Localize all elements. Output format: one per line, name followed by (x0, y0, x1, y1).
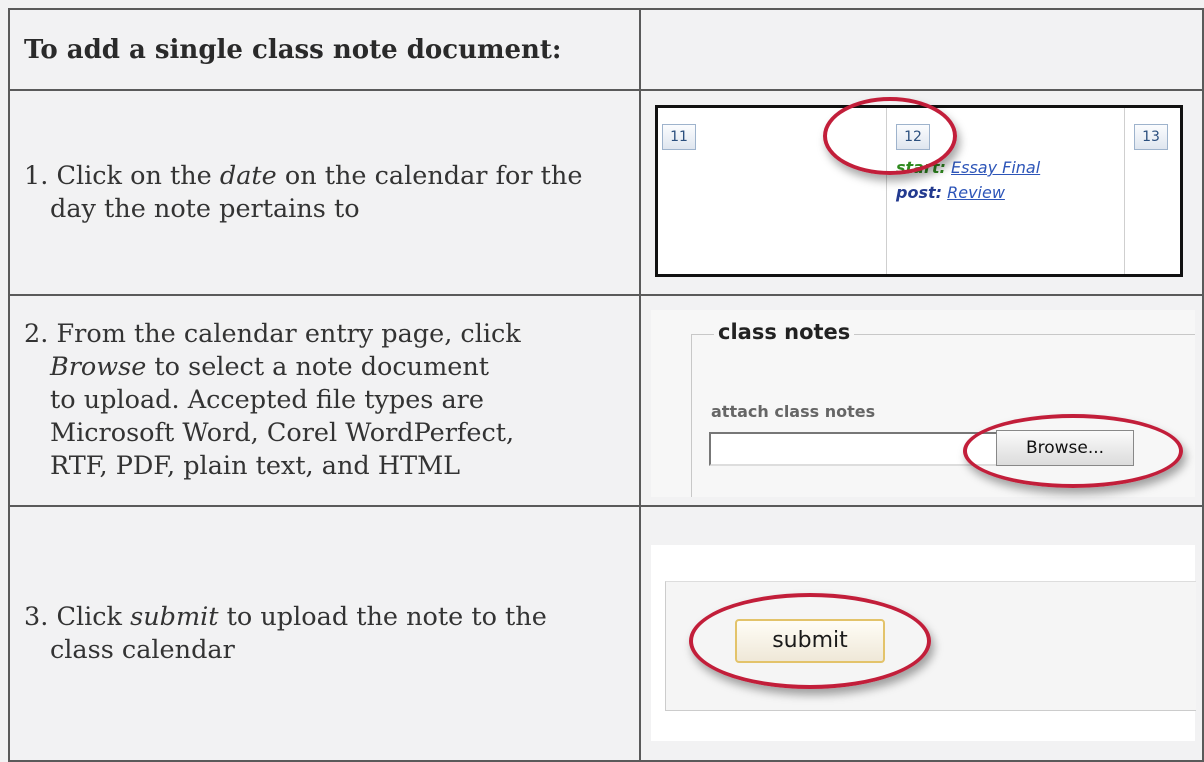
step-row-1: 1. Click on the date on the calendar for… (8, 89, 1204, 296)
step-2-line-1: 2. From the calendar entry page, click (24, 319, 521, 349)
step-text-cell-1: 1. Click on the date on the calendar for… (8, 89, 641, 296)
class-notes-screenshot: class notes attach class notes Browse... (651, 310, 1195, 497)
calendar-entry-post: post: Review (896, 183, 1005, 202)
submit-screenshot: submit (651, 545, 1196, 741)
page-heading: To add a single class note document: (24, 34, 562, 65)
step-text-3: 3. Click submit to upload the note to th… (10, 601, 639, 667)
calendar-day-13[interactable]: 13 (1134, 124, 1168, 150)
calendar-screenshot-cell: 11 12 13 start: Essay Final post: Review (639, 89, 1204, 296)
step-text-cell-3: 3. Click submit to upload the note to th… (8, 505, 641, 762)
heading-empty-cell (639, 8, 1204, 91)
step-text-cell-2: 2. From the calendar entry page, click B… (8, 294, 641, 507)
browse-button[interactable]: Browse... (996, 430, 1134, 466)
step-2-line-3: to upload. Accepted file types are (50, 385, 484, 415)
attach-class-notes-label: attach class notes (711, 402, 876, 421)
step-1-line-1: 1. Click on the date on the calendar for… (24, 160, 583, 191)
file-path-input[interactable] (709, 432, 1001, 466)
submit-button[interactable]: submit (735, 619, 885, 663)
class-notes-screenshot-cell: class notes attach class notes Browse... (639, 294, 1204, 507)
step-2-line-2: Browse to select a note document (50, 352, 490, 382)
step-2-line-5: RTF, PDF, plain text, and HTML (50, 451, 461, 481)
entry-tag-post: post: (896, 183, 943, 202)
step-3-line-2: class calendar (50, 634, 235, 665)
instruction-table: To add a single class note document: 1. … (8, 8, 1204, 762)
calendar-entry-start: start: Essay Final (896, 158, 1040, 177)
step-2-line-4: Microsoft Word, Corel WordPerfect, (50, 418, 515, 448)
header-row: To add a single class note document: (8, 8, 1204, 91)
calendar-divider (1124, 108, 1125, 274)
step-text-2: 2. From the calendar entry page, click B… (10, 318, 639, 483)
step-row-3: 3. Click submit to upload the note to th… (8, 505, 1204, 762)
submit-screenshot-cell: submit (639, 505, 1204, 762)
fieldset-border (691, 334, 692, 497)
calendar-day-12[interactable]: 12 (896, 124, 930, 150)
heading-cell: To add a single class note document: (8, 8, 641, 91)
step-text-1: 1. Click on the date on the calendar for… (10, 160, 639, 226)
entry-tag-start: start: (896, 158, 946, 177)
step-3-line-1: 3. Click submit to upload the note to th… (24, 601, 547, 632)
review-link[interactable]: Review (947, 183, 1005, 202)
step-1-line-2: day the note pertains to (50, 193, 360, 224)
calendar-day-11[interactable]: 11 (662, 124, 696, 150)
calendar-screenshot: 11 12 13 start: Essay Final post: Review (655, 105, 1183, 277)
class-notes-legend: class notes (714, 320, 855, 344)
essay-final-link[interactable]: Essay Final (951, 158, 1040, 177)
calendar-divider (886, 108, 887, 274)
step-row-2: 2. From the calendar entry page, click B… (8, 294, 1204, 507)
